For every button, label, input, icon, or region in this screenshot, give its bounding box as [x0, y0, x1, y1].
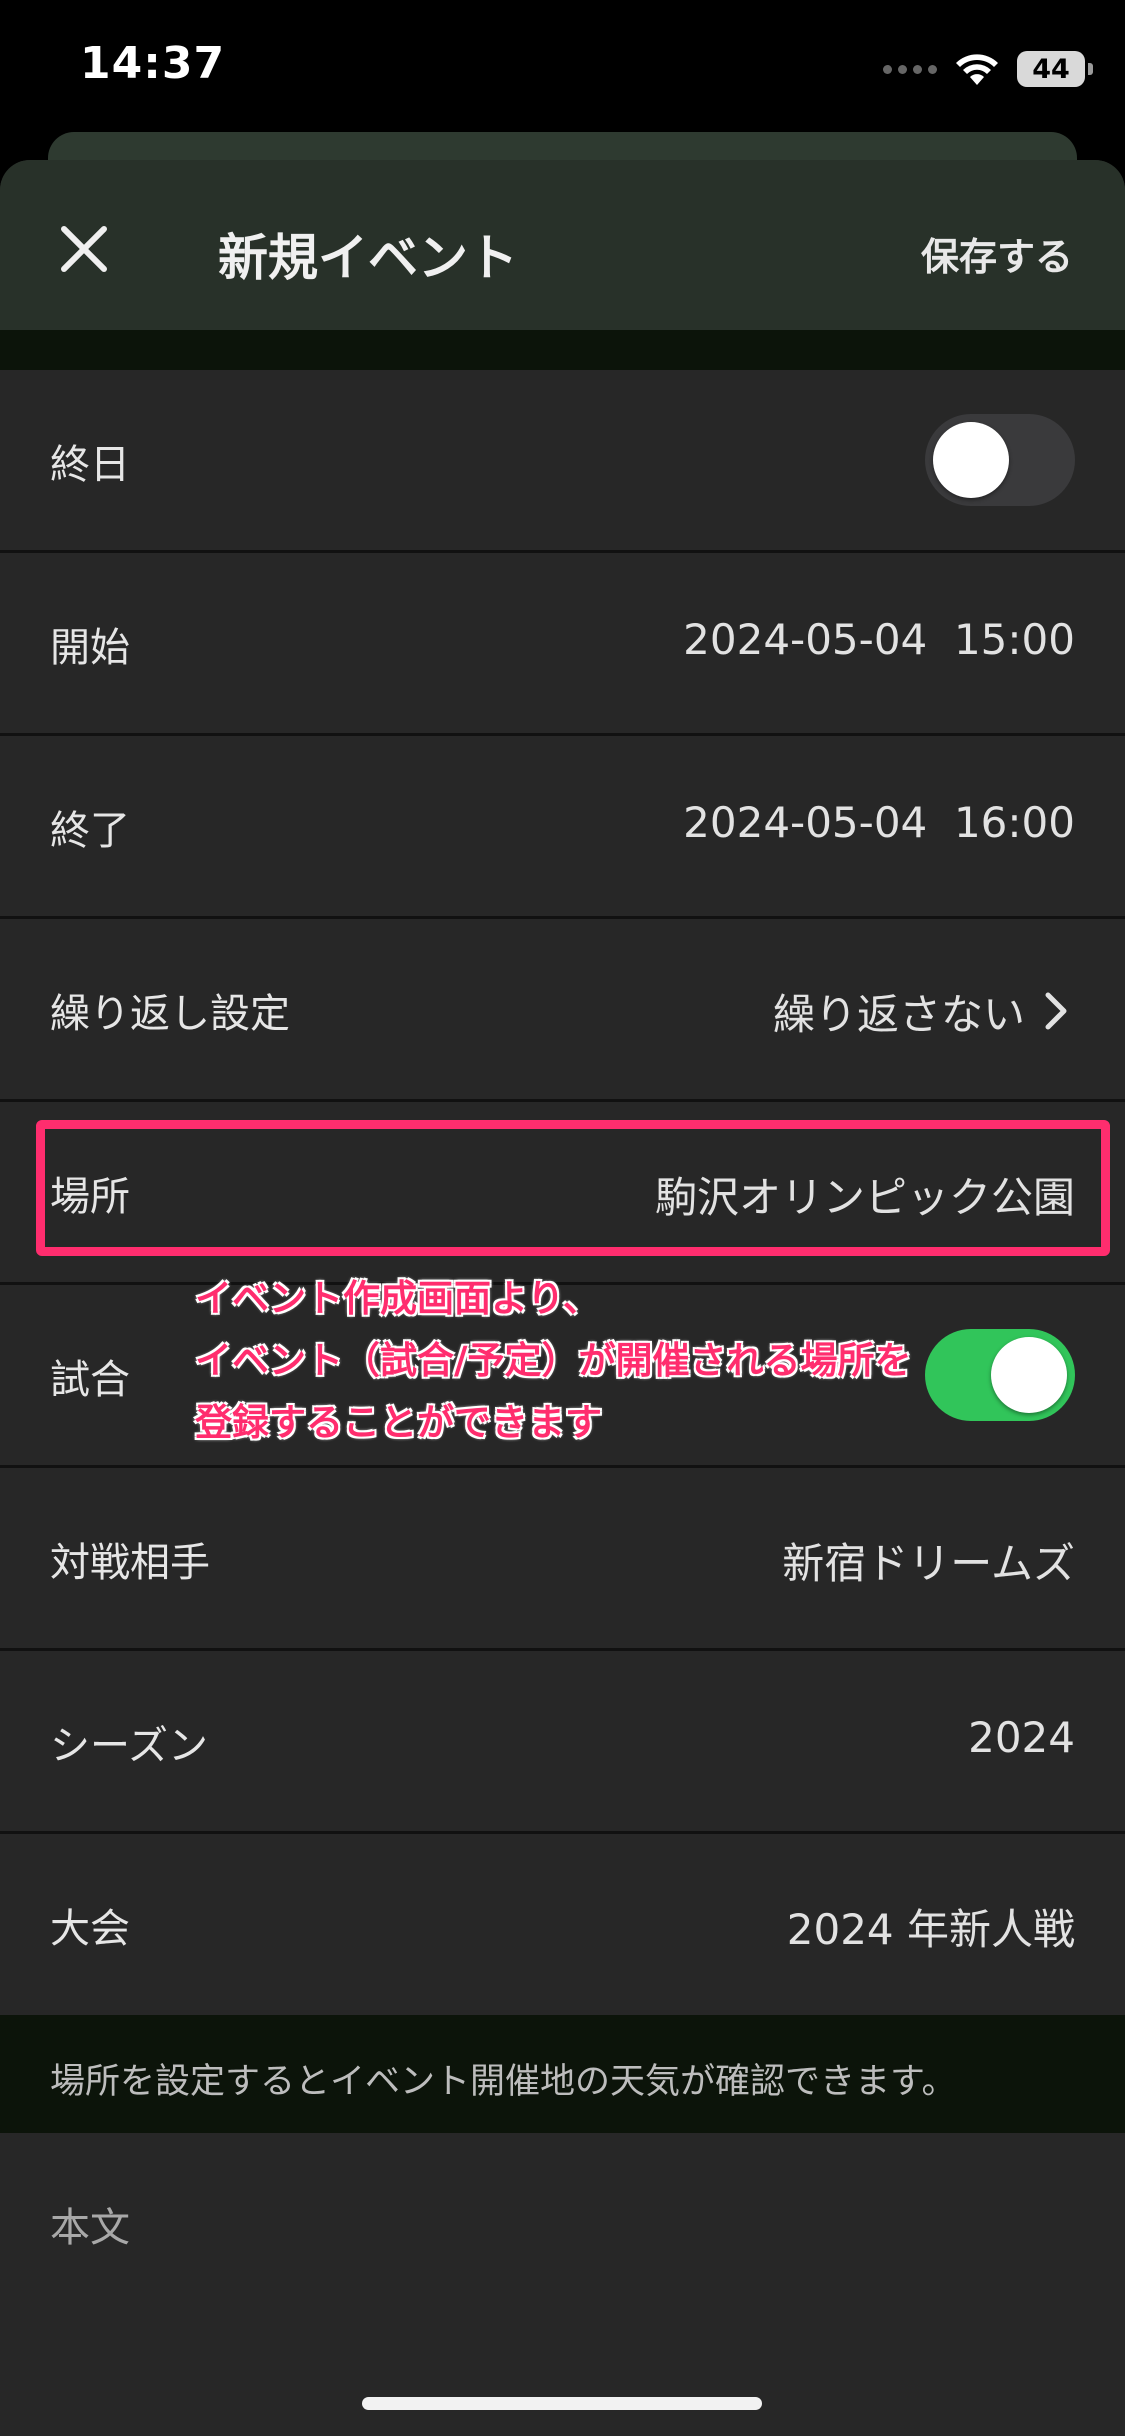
match-label: 試合	[50, 1357, 130, 1403]
match-toggle[interactable]	[925, 1329, 1075, 1421]
repeat-label: 繰り返し設定	[50, 991, 290, 1037]
annotation-line-2: イベント（試合/予定）が開催される場所を	[195, 1339, 912, 1382]
section-divider	[0, 330, 1125, 370]
location-highlight-box	[36, 1120, 1110, 1256]
start-value[interactable]: 2024-05-04 15:00	[683, 615, 1075, 664]
opponent-row[interactable]: 対戦相手 新宿ドリームズ	[0, 1468, 1125, 1651]
wifi-icon	[956, 54, 998, 85]
season-label: シーズン	[50, 1723, 208, 1769]
end-label: 終了	[50, 808, 130, 854]
annotation-line-1: イベント作成画面より、	[195, 1277, 600, 1320]
repeat-row[interactable]: 繰り返し設定 繰り返さない	[0, 919, 1125, 1102]
home-indicator[interactable]	[362, 2397, 762, 2410]
toggle-knob	[933, 422, 1009, 498]
end-row[interactable]: 終了 2024-05-04 16:00	[0, 736, 1125, 919]
cellular-signal-icon	[883, 64, 937, 74]
all-day-label: 終日	[50, 442, 130, 488]
all-day-row[interactable]: 終日	[0, 370, 1125, 553]
nav-bar: 新規イベント 保存する	[0, 160, 1125, 330]
page-title: 新規イベント	[218, 229, 518, 287]
location-hint: 場所を設定するとイベント開催地の天気が確認できます。	[0, 2015, 1125, 2133]
body-text-field[interactable]: 本文	[0, 2133, 1125, 2436]
tournament-label: 大会	[50, 1906, 130, 1952]
tournament-value[interactable]: 2024 年新人戦	[787, 1896, 1075, 1957]
status-bar: 14:37 44	[0, 0, 1125, 140]
season-row[interactable]: シーズン 2024	[0, 1651, 1125, 1834]
screen: 14:37 44 新規イベント 保存する 終日 開始 2024-05-04 15…	[0, 0, 1125, 2436]
annotation-callout: イベント作成画面より、 イベント（試合/予定）が開催される場所を 登録することが…	[195, 1268, 912, 1454]
opponent-value[interactable]: 新宿ドリームズ	[782, 1530, 1075, 1591]
body-placeholder: 本文	[50, 2205, 130, 2251]
chevron-right-icon	[1045, 992, 1067, 1030]
opponent-label: 対戦相手	[50, 1540, 210, 1586]
annotation-line-3: 登録することができます	[195, 1401, 602, 1444]
save-button[interactable]: 保存する	[921, 226, 1073, 281]
battery-icon: 44	[1017, 51, 1093, 87]
tournament-row[interactable]: 大会 2024 年新人戦	[0, 1834, 1125, 2017]
status-time: 14:37	[80, 38, 226, 89]
season-value[interactable]: 2024	[968, 1713, 1075, 1762]
close-icon[interactable]	[50, 215, 118, 283]
start-row[interactable]: 開始 2024-05-04 15:00	[0, 553, 1125, 736]
start-label: 開始	[50, 625, 130, 671]
end-value[interactable]: 2024-05-04 16:00	[683, 798, 1075, 847]
location-hint-text: 場所を設定するとイベント開催地の天気が確認できます。	[50, 2062, 957, 2102]
status-icons: 44	[883, 48, 1093, 90]
toggle-knob	[991, 1337, 1067, 1413]
repeat-value: 繰り返さない	[772, 990, 1025, 1039]
all-day-toggle[interactable]	[925, 414, 1075, 506]
